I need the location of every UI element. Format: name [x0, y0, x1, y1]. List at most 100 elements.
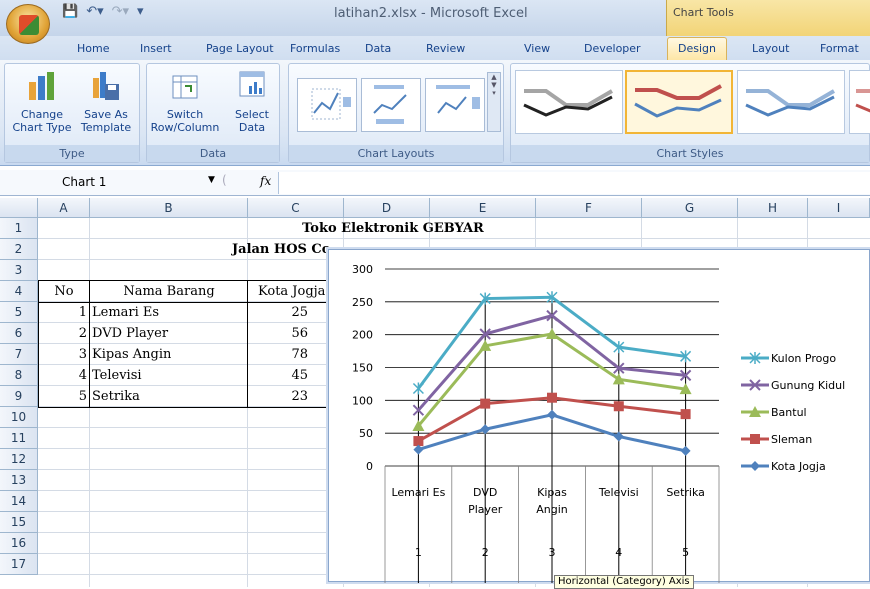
tab-view[interactable]: View — [524, 42, 550, 55]
select-all-corner[interactable] — [0, 198, 38, 218]
save-as-template-button[interactable]: Save As Template — [75, 70, 137, 134]
name-box-dropdown-icon[interactable]: ▼ — [208, 175, 215, 185]
column-header-h[interactable]: H — [738, 198, 808, 218]
y-tick-label: 100 — [352, 394, 373, 407]
office-button[interactable] — [6, 4, 50, 44]
x-tick-number: 1 — [415, 546, 422, 559]
row-header-10[interactable]: 10 — [0, 407, 38, 428]
column-header-g[interactable]: G — [642, 198, 738, 218]
chart-layout-1-thumbnail[interactable] — [297, 78, 357, 132]
tab-page-layout[interactable]: Page Layout — [206, 42, 274, 55]
tab-review[interactable]: Review — [426, 42, 465, 55]
tab-data[interactable]: Data — [365, 42, 391, 55]
column-header-i[interactable]: I — [808, 198, 870, 218]
tab-insert[interactable]: Insert — [140, 42, 172, 55]
line-chart[interactable]: 0 50 100 150 200 250 300 Lemari Es DVD Player Kipa… — [328, 249, 870, 583]
sheet-subtitle[interactable]: Jalan HOS Co — [232, 239, 330, 260]
row-header-12[interactable]: 12 — [0, 449, 38, 470]
chart-layout-3-thumbnail[interactable] — [425, 78, 485, 132]
chart-style-3-thumbnail[interactable] — [737, 70, 845, 134]
row-header-8[interactable]: 8 — [0, 365, 38, 386]
customize-qat-icon[interactable]: ▾ — [137, 4, 144, 19]
x-tick-label: Player — [468, 503, 503, 516]
row-header-15[interactable]: 15 — [0, 512, 38, 533]
undo-icon[interactable]: ↶▾ — [86, 4, 103, 19]
cell-nama-barang[interactable]: Kipas Angin — [92, 344, 246, 365]
tab-format[interactable]: Format — [820, 42, 859, 55]
row-header-13[interactable]: 13 — [0, 470, 38, 491]
chart-style-1-thumbnail[interactable] — [515, 70, 623, 134]
change-chart-type-button[interactable]: Change Chart Type — [11, 70, 73, 134]
column-header-d[interactable]: D — [344, 198, 430, 218]
row-header-11[interactable]: 11 — [0, 428, 38, 449]
y-tick-label: 300 — [352, 263, 373, 276]
y-tick-label: 200 — [352, 329, 373, 342]
cell-no[interactable]: 3 — [38, 344, 87, 365]
header-no[interactable]: No — [38, 281, 90, 302]
title-bar: 💾 ↶▾ ↷▾ ▾ latihan2.xlsx - Microsoft Exce… — [0, 0, 870, 44]
ribbon-tabs: Home Insert Page Layout Formulas Data Re… — [0, 36, 870, 60]
column-header-e[interactable]: E — [430, 198, 536, 218]
cell-no[interactable]: 4 — [38, 365, 87, 386]
row-header-1[interactable]: 1 — [0, 218, 38, 239]
data-point — [680, 409, 691, 420]
row-header-2[interactable]: 2 — [0, 239, 38, 260]
switch-row-column-icon — [170, 70, 200, 102]
cell-kota-jogja[interactable]: 56 — [248, 323, 308, 344]
table-border — [38, 407, 330, 408]
cell-no[interactable]: 5 — [38, 386, 87, 407]
group-label-data: Data — [147, 145, 279, 162]
cell-nama-barang[interactable]: DVD Player — [92, 323, 246, 344]
x-tick-label: DVD — [473, 486, 497, 499]
insert-function-icon[interactable]: fx — [260, 174, 271, 188]
tab-formulas[interactable]: Formulas — [290, 42, 340, 55]
row-header-7[interactable]: 7 — [0, 344, 38, 365]
column-header-b[interactable]: B — [90, 198, 248, 218]
save-icon[interactable]: 💾 — [62, 4, 78, 19]
column-header-c[interactable]: C — [248, 198, 344, 218]
chart-style-2-thumbnail[interactable] — [625, 70, 733, 134]
column-header-a[interactable]: A — [38, 198, 90, 218]
name-box[interactable]: Chart 1 ▼ ( — [8, 173, 238, 193]
cell-kota-jogja[interactable]: 23 — [248, 386, 308, 407]
row-header-5[interactable]: 5 — [0, 302, 38, 323]
tab-developer[interactable]: Developer — [584, 42, 641, 55]
row-header-14[interactable]: 14 — [0, 491, 38, 512]
row-header-16[interactable]: 16 — [0, 533, 38, 554]
formula-input[interactable] — [278, 172, 870, 194]
legend-marker — [750, 461, 760, 471]
group-label-type: Type — [5, 145, 139, 162]
row-header-4[interactable]: 4 — [0, 281, 38, 302]
cell-nama-barang[interactable]: Setrika — [92, 386, 246, 407]
row-header-17[interactable]: 17 — [0, 554, 38, 575]
tab-home[interactable]: Home — [77, 42, 109, 55]
row-header-3[interactable]: 3 — [0, 260, 38, 281]
tab-design[interactable]: Design — [667, 37, 727, 60]
switch-row-column-button[interactable]: Switch Row/Column — [149, 70, 221, 134]
sheet-title[interactable]: Toko Elektronik GEBYAR — [248, 218, 538, 239]
cell-kota-jogja[interactable]: 25 — [248, 302, 308, 323]
chart-layouts-scroll[interactable]: ▲ ▼ ▾ — [487, 72, 501, 132]
cell-nama-barang[interactable]: Lemari Es — [92, 302, 246, 323]
chart-style-4-thumbnail[interactable] — [849, 70, 870, 134]
group-label-chart-layouts: Chart Layouts — [289, 145, 503, 162]
formula-cancel-icon[interactable]: ( — [222, 173, 227, 187]
y-tick-label: 0 — [366, 460, 373, 473]
cell-no[interactable]: 2 — [38, 323, 87, 344]
office-logo-icon — [19, 15, 39, 35]
cell-nama-barang[interactable]: Televisi — [92, 365, 246, 386]
cell-kota-jogja[interactable]: 78 — [248, 344, 308, 365]
tab-layout[interactable]: Layout — [752, 42, 789, 55]
row-header-9[interactable]: 9 — [0, 386, 38, 407]
header-nama-barang[interactable]: Nama Barang — [90, 281, 248, 302]
column-header-f[interactable]: F — [536, 198, 642, 218]
cell-kota-jogja[interactable]: 45 — [248, 365, 308, 386]
row-header-6[interactable]: 6 — [0, 323, 38, 344]
select-data-button[interactable]: Select Data — [229, 70, 275, 134]
data-point — [680, 445, 691, 456]
cell-no[interactable]: 1 — [38, 302, 87, 323]
data-point — [413, 436, 424, 447]
chart-layout-2-thumbnail[interactable] — [361, 78, 421, 132]
redo-icon[interactable]: ↷▾ — [112, 4, 129, 19]
group-type: Change Chart Type Save As Template Type — [4, 63, 140, 163]
